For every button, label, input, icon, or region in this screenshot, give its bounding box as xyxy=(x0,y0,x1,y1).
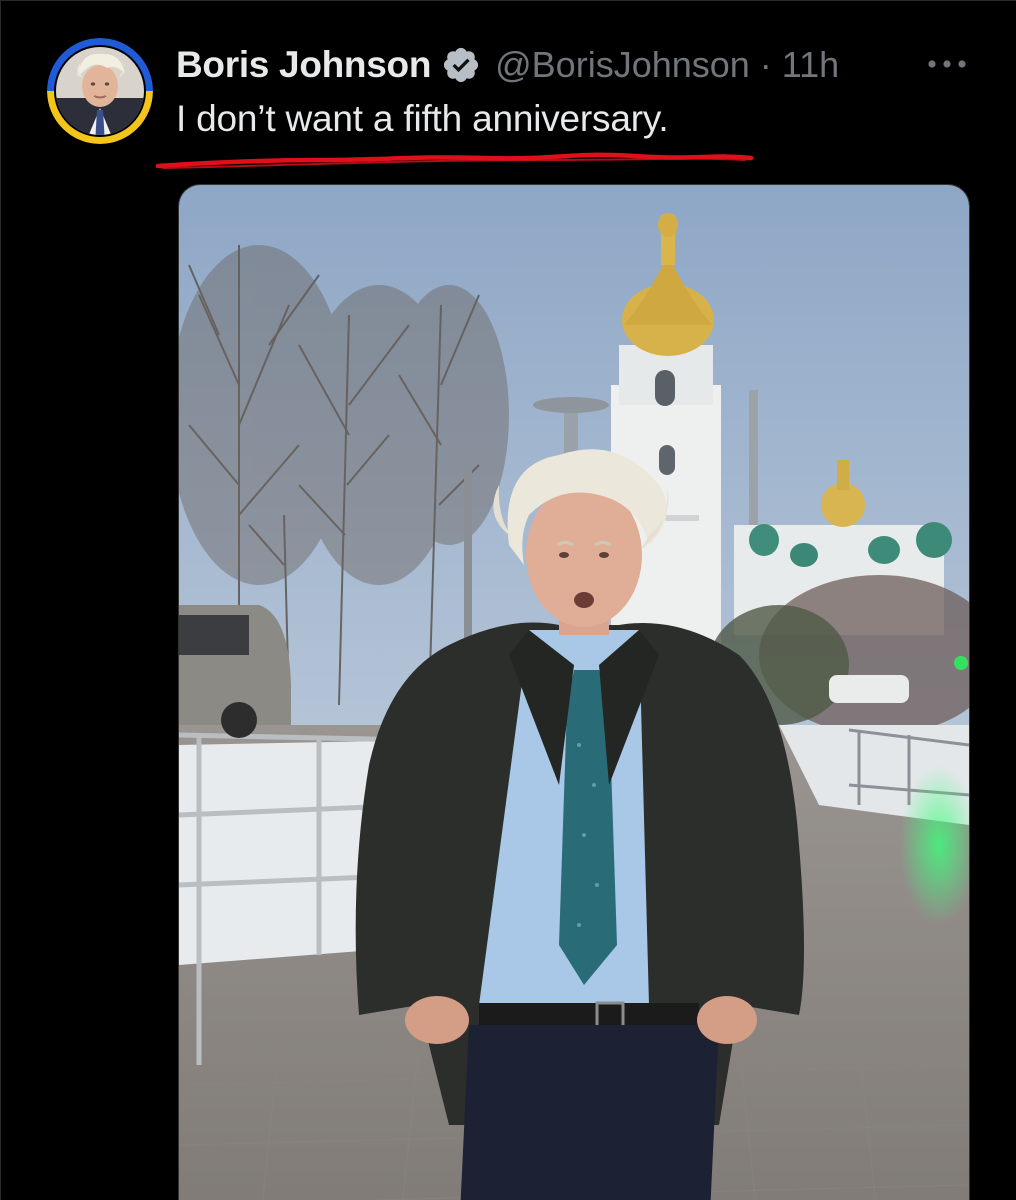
verified-badge-icon[interactable] xyxy=(441,45,481,85)
more-options-icon[interactable] xyxy=(925,52,969,76)
tweet-screen: Boris Johnson @BorisJohnson · 11h I don’… xyxy=(0,0,1016,1200)
avatar[interactable] xyxy=(47,38,153,144)
author-name[interactable]: Boris Johnson xyxy=(176,44,431,86)
tweet-timestamp[interactable]: 11h xyxy=(782,44,839,86)
author-handle[interactable]: @BorisJohnson xyxy=(495,44,750,86)
left-divider xyxy=(0,0,1,1200)
red-underline-annotation xyxy=(155,148,755,178)
top-divider xyxy=(0,0,1016,1)
tweet-header: Boris Johnson @BorisJohnson · 11h xyxy=(176,40,839,90)
meta-separator: · xyxy=(759,44,772,85)
tweet-media-video[interactable] xyxy=(178,184,970,1200)
tweet-text: I don’t want a fifth anniversary. xyxy=(176,98,669,139)
